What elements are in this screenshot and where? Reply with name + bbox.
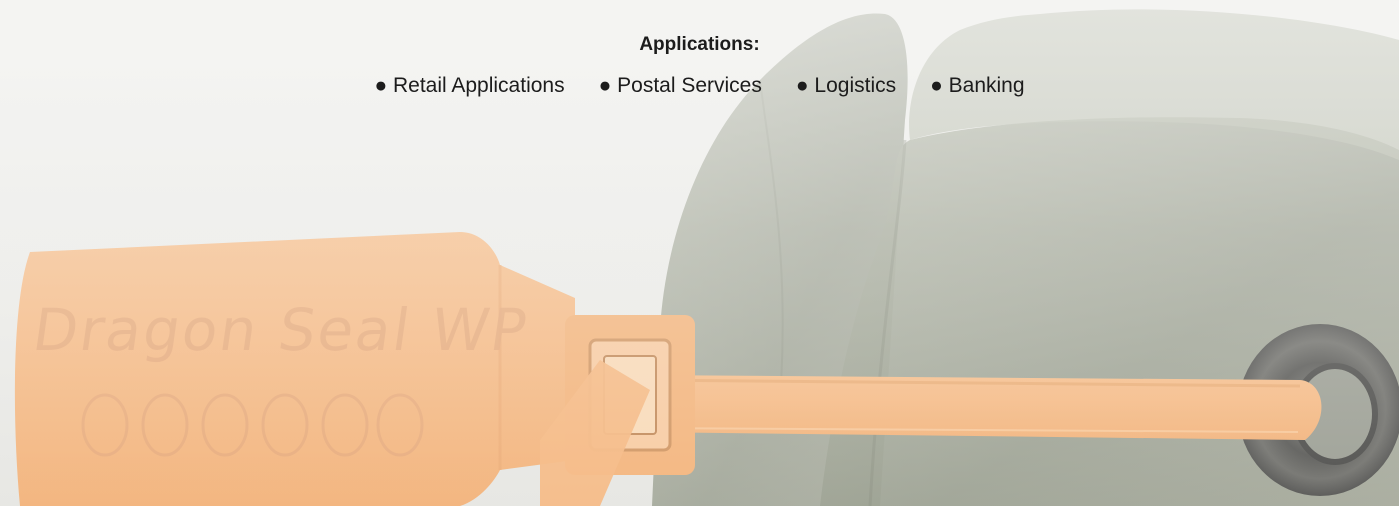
list-item: ● Retail Applications	[374, 74, 564, 98]
list-item: ● Logistics	[796, 74, 896, 98]
application-label: Postal Services	[617, 74, 762, 97]
bullet-icon: ●	[795, 74, 815, 97]
applications-banner: Dragon Seal WP Applications: ● Retail Ap…	[0, 0, 1399, 506]
applications-list: ● Retail Applications ● Postal Services …	[0, 74, 1399, 98]
application-label: Logistics	[814, 74, 897, 97]
applications-heading: Applications:	[639, 34, 760, 55]
bullet-icon: ●	[930, 74, 949, 97]
bullet-icon: ●	[374, 74, 393, 97]
bullet-icon: ●	[598, 74, 618, 97]
application-label: Banking	[948, 74, 1025, 97]
application-label: Retail Applications	[393, 74, 565, 97]
list-item: ● Postal Services	[599, 74, 762, 98]
list-item: ● Banking	[930, 74, 1024, 98]
